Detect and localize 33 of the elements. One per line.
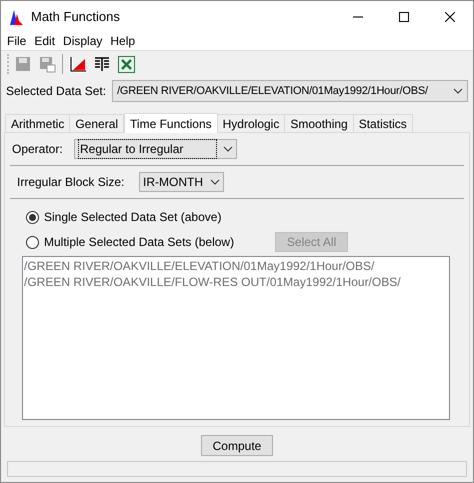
close-icon	[445, 12, 455, 22]
radio-button[interactable]	[26, 236, 39, 248]
list-item[interactable]: /GREEN RIVER/OAKVILLE/ELEVATION/01May1992/1Hour/OBS/	[24, 258, 448, 274]
spreadsheet-icon[interactable]	[116, 54, 136, 74]
chevron-icon	[453, 88, 463, 94]
chevron-icon	[223, 146, 233, 152]
menu-item[interactable]: Edit	[30, 32, 60, 50]
chevron-icon	[210, 179, 220, 185]
tab[interactable]: Smoothing	[284, 114, 354, 132]
menu-item[interactable]: Help	[106, 32, 140, 50]
tab[interactable]: Arithmetic	[5, 114, 70, 132]
maximize-icon	[399, 12, 409, 22]
app-icon	[9, 8, 23, 24]
tab[interactable]: Hydrologic	[216, 114, 286, 132]
compute-button[interactable]: Compute	[201, 435, 273, 456]
operator-dropdown[interactable]: Regular to Irregular	[74, 139, 237, 159]
field-label: Selected Data Set:	[6, 83, 106, 100]
tab[interactable]: Statistics	[352, 114, 413, 132]
field-label: Irregular Block Size:	[17, 174, 126, 191]
window-title: Math Functions	[31, 8, 120, 26]
chart-icon[interactable]	[68, 54, 88, 74]
field-label: Operator:	[12, 141, 64, 158]
radio-button[interactable]	[26, 210, 39, 224]
menu-item[interactable]: File	[3, 32, 30, 50]
radio-label[interactable]: Multiple Selected Data Sets (below)	[44, 233, 234, 251]
list-item[interactable]: /GREEN RIVER/OAKVILLE/FLOW-RES OUT/01May1992/1Hour/OBS/	[24, 274, 448, 290]
data-set-list[interactable]: /GREEN RIVER/OAKVILLE/ELEVATION/01May1992/1Hour/OBS/ /GREEN RIVER/OAKVILLE/FLOW-RES OUT/01May1992/1Hour/OBS/	[22, 256, 450, 420]
menu-item[interactable]: Display	[59, 32, 106, 50]
radio-label[interactable]: Single Selected Data Set (above)	[44, 208, 222, 226]
data-set-dropdown[interactable]: /GREEN RIVER/OAKVILLE/ELEVATION/01May1992/1Hour/OBS/	[112, 80, 468, 102]
tab[interactable]: General	[69, 114, 124, 132]
block-size-dropdown[interactable]: IR-MONTH	[139, 172, 224, 192]
tab[interactable]: Time Functions	[124, 113, 218, 133]
